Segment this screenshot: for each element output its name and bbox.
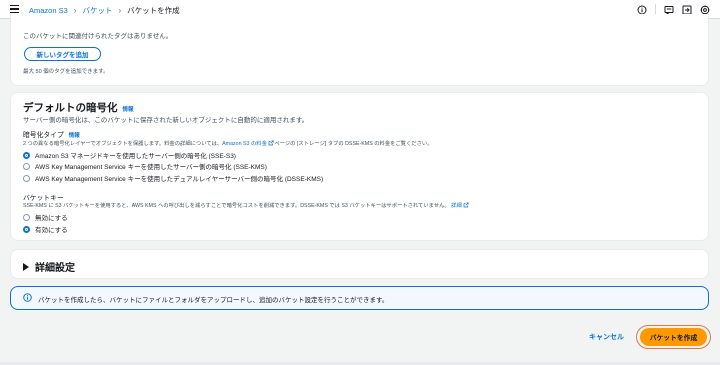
tags-panel: このバケットに関連付けられたタグはありません。 新しいタグを追加 最大 50 個… xyxy=(10,14,709,86)
tags-limit-hint: 最大 50 個のタグを追加できます。 xyxy=(23,69,109,75)
encryption-type-desc-text: 2 つの異なる暗号化レイヤーでオブジェクトを保護します。料金の詳細については、 xyxy=(23,141,223,147)
radio-selected-icon[interactable] xyxy=(23,225,30,233)
info-icon[interactable] xyxy=(637,5,647,15)
radio-sse-s3-label: Amazon S3 マネージドキーを使用したサーバー側の暗号化 (SSE-S3) xyxy=(35,153,236,160)
radio-dsse-kms-label: AWS Key Management Service キーを使用したデュアルレイ… xyxy=(35,176,324,183)
bucket-key-desc-text: SSE-KMS に S3 バケットキーを使用すると、AWS KMS への呼び出し… xyxy=(23,203,450,209)
radio-sse-kms[interactable]: AWS Key Management Service キーを使用したサーバー側の… xyxy=(23,161,267,171)
radio-bucket-key-disable[interactable]: 無効にする xyxy=(23,212,68,222)
s3-pricing-link[interactable]: Amazon S3 の料金 xyxy=(222,141,267,147)
radio-sse-kms-label: AWS Key Management Service キーを使用したサーバー側の… xyxy=(35,164,267,171)
encryption-description: サーバー側の暗号化は、このバケットに保存された新しいオブジェクトに自動的に適用さ… xyxy=(23,117,309,124)
cancel-button[interactable]: キャンセル xyxy=(589,332,624,342)
radio-dsse-kms[interactable]: AWS Key Management Service キーを使用したデュアルレイ… xyxy=(23,173,323,183)
encryption-type-heading: 暗号化タイプ 情報 xyxy=(23,129,80,139)
create-bucket-button[interactable]: バケットを作成 xyxy=(640,328,707,346)
encryption-type-info-link[interactable]: 情報 xyxy=(69,131,80,139)
menu-icon[interactable] xyxy=(10,5,19,13)
advanced-settings-panel[interactable]: 詳細設定 xyxy=(10,249,709,279)
info-alert-text: バケットを作成したら、バケットにファイルとフォルダをアップロードし、追加のバケッ… xyxy=(38,297,389,304)
radio-bucket-key-enable-label: 有効にする xyxy=(35,227,68,234)
settings-icon[interactable] xyxy=(700,5,710,15)
advanced-settings-toggle[interactable]: 詳細設定 xyxy=(23,259,75,274)
radio-bucket-key-enable[interactable]: 有効にする xyxy=(23,224,68,234)
tags-empty-message: このバケットに関連付けられたタグはありません。 xyxy=(23,33,173,40)
feedback-icon[interactable] xyxy=(664,5,674,15)
radio-selected-icon[interactable] xyxy=(23,151,30,159)
info-circle-icon xyxy=(23,293,32,302)
bucket-key-description: SSE-KMS に S3 バケットキーを使用すると、AWS KMS への呼び出し… xyxy=(23,201,469,209)
radio-sse-s3[interactable]: Amazon S3 マネージドキーを使用したサーバー側の暗号化 (SSE-S3) xyxy=(23,150,236,160)
encryption-heading: デフォルトの暗号化 情報 xyxy=(23,100,134,115)
encryption-info-link[interactable]: 情報 xyxy=(123,105,134,113)
radio-unselected-icon[interactable] xyxy=(23,174,30,182)
bucket-key-details-link[interactable]: 詳細 xyxy=(451,203,462,209)
encryption-type-label: 暗号化タイプ xyxy=(23,132,64,139)
radio-unselected-icon[interactable] xyxy=(23,213,30,221)
encryption-type-desc-text-after: ページの [ストレージ] タブの DSSE-KMS の料金をご覧ください。 xyxy=(274,141,433,147)
add-tag-button[interactable]: 新しいタグを追加 xyxy=(24,47,101,61)
info-alert: バケットを作成したら、バケットにファイルとフォルダをアップロードし、追加のバケッ… xyxy=(10,286,709,310)
advanced-settings-title: 詳細設定 xyxy=(35,263,75,274)
export-icon[interactable] xyxy=(682,5,692,15)
encryption-title: デフォルトの暗号化 xyxy=(23,102,118,114)
external-link-icon xyxy=(463,202,469,208)
encryption-type-description: 2 つの異なる暗号化レイヤーでオブジェクトを保護します。料金の詳細については、A… xyxy=(23,139,433,147)
caret-right-icon xyxy=(23,262,29,271)
default-encryption-panel: デフォルトの暗号化 情報 サーバー側の暗号化は、このバケットに保存された新しいオ… xyxy=(10,92,709,241)
radio-bucket-key-disable-label: 無効にする xyxy=(35,215,68,222)
radio-unselected-icon[interactable] xyxy=(23,162,30,170)
